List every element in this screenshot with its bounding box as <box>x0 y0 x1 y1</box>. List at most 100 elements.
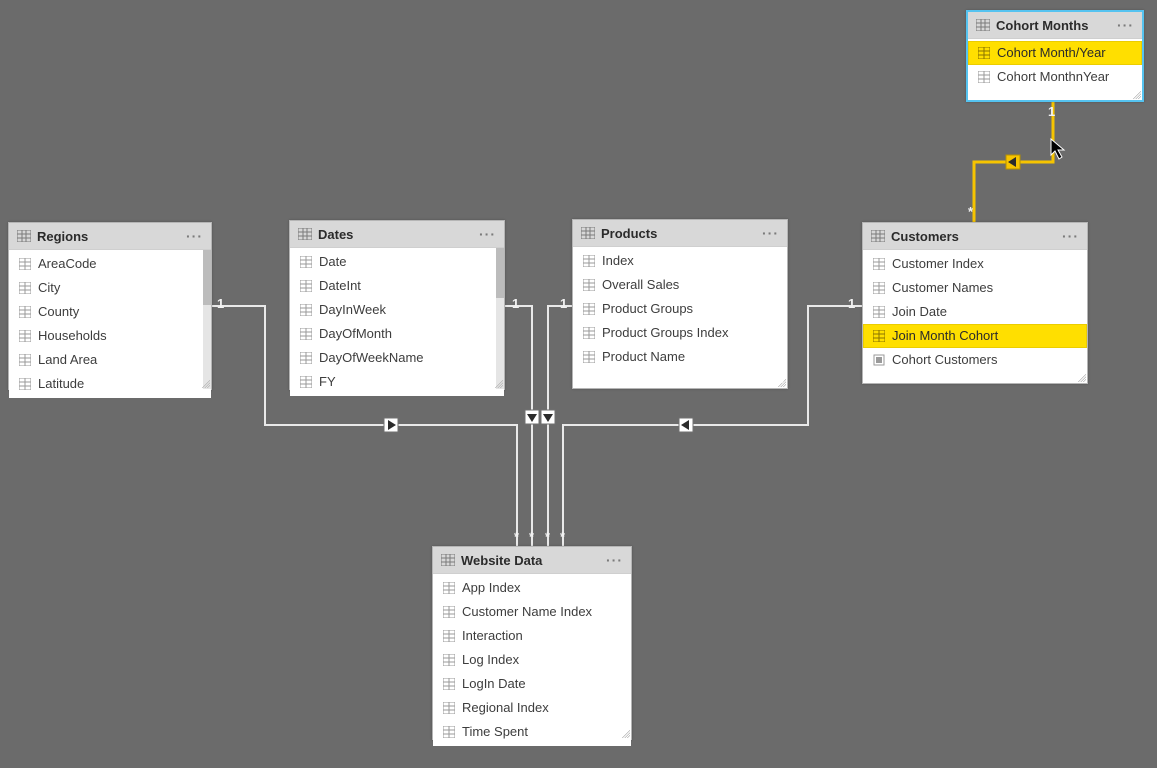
resize-grip[interactable] <box>1133 91 1141 99</box>
column-icon <box>443 630 455 642</box>
cardinality-many: * <box>529 529 534 544</box>
measure-icon <box>873 354 885 366</box>
field-timespent[interactable]: Time Spent <box>433 720 631 744</box>
cardinality-many: * <box>514 529 519 544</box>
field-fy[interactable]: FY <box>290 370 504 394</box>
resize-grip[interactable] <box>495 380 503 388</box>
scrollbar[interactable] <box>203 250 211 389</box>
field-label: Cohort Month/Year <box>997 44 1106 62</box>
model-canvas[interactable]: Regions ··· AreaCode City County Househo… <box>0 0 1157 768</box>
table-title: Customers <box>891 229 1062 244</box>
resize-grip[interactable] <box>202 380 210 388</box>
field-label: Index <box>602 252 634 270</box>
table-header[interactable]: Regions ··· <box>9 223 211 250</box>
table-title: Website Data <box>461 553 606 568</box>
column-icon <box>583 327 595 339</box>
field-regionalindex[interactable]: Regional Index <box>433 696 631 720</box>
more-icon[interactable]: ··· <box>186 228 203 244</box>
field-label: Households <box>38 327 107 345</box>
more-icon[interactable]: ··· <box>606 552 623 568</box>
column-icon <box>443 702 455 714</box>
table-dates[interactable]: Dates ··· Date DateInt DayInWeek DayOfMo… <box>289 220 505 390</box>
field-label: Regional Index <box>462 699 549 717</box>
column-icon <box>443 678 455 690</box>
field-label: Customer Names <box>892 279 993 297</box>
field-dateint[interactable]: DateInt <box>290 274 504 298</box>
more-icon[interactable]: ··· <box>479 226 496 242</box>
column-icon <box>583 303 595 315</box>
field-label: DayOfWeekName <box>319 349 424 367</box>
cardinality-many: * <box>968 204 973 219</box>
more-icon[interactable]: ··· <box>1117 17 1134 33</box>
resize-grip[interactable] <box>1078 374 1086 382</box>
field-index[interactable]: Index <box>573 249 787 273</box>
field-households[interactable]: Households <box>9 324 211 348</box>
resize-grip[interactable] <box>622 730 630 738</box>
field-joindate[interactable]: Join Date <box>863 300 1087 324</box>
field-label: Cohort Customers <box>892 351 997 369</box>
scrollbar-thumb[interactable] <box>203 250 211 305</box>
table-regions[interactable]: Regions ··· AreaCode City County Househo… <box>8 222 212 390</box>
table-header[interactable]: Customers ··· <box>863 223 1087 250</box>
more-icon[interactable]: ··· <box>1062 228 1079 244</box>
table-products[interactable]: Products ··· Index Overall Sales Product… <box>572 219 788 389</box>
cardinality-one: 1 <box>1048 104 1055 119</box>
field-overallsales[interactable]: Overall Sales <box>573 273 787 297</box>
table-title: Cohort Months <box>996 18 1117 33</box>
table-cohort-months[interactable]: Cohort Months ··· Cohort Month/Year Coho… <box>966 10 1144 102</box>
field-label: Land Area <box>38 351 97 369</box>
table-icon <box>581 227 595 239</box>
field-logindate[interactable]: LogIn Date <box>433 672 631 696</box>
field-dayofmonth[interactable]: DayOfMonth <box>290 322 504 346</box>
column-icon <box>300 280 312 292</box>
cardinality-one: 1 <box>217 296 224 311</box>
field-label: Product Name <box>602 348 685 366</box>
field-joinmonthcohort[interactable]: Join Month Cohort <box>863 324 1087 348</box>
field-interaction[interactable]: Interaction <box>433 624 631 648</box>
field-list: Date DateInt DayInWeek DayOfMonth DayOfW… <box>290 248 504 396</box>
field-label: DayInWeek <box>319 301 386 319</box>
table-header[interactable]: Website Data ··· <box>433 547 631 574</box>
field-productname[interactable]: Product Name <box>573 345 787 369</box>
field-customerindex[interactable]: Customer Index <box>863 252 1087 276</box>
field-customernameindex[interactable]: Customer Name Index <box>433 600 631 624</box>
field-dayofweekname[interactable]: DayOfWeekName <box>290 346 504 370</box>
field-areacode[interactable]: AreaCode <box>9 252 211 276</box>
column-icon <box>583 279 595 291</box>
table-customers[interactable]: Customers ··· Customer Index Customer Na… <box>862 222 1088 384</box>
column-icon <box>443 606 455 618</box>
field-cohortmonthnyear[interactable]: Cohort MonthnYear <box>968 65 1142 89</box>
field-dayinweek[interactable]: DayInWeek <box>290 298 504 322</box>
field-appindex[interactable]: App Index <box>433 576 631 600</box>
field-latitude[interactable]: Latitude <box>9 372 211 396</box>
table-icon <box>976 19 990 31</box>
column-icon <box>873 306 885 318</box>
field-label: Latitude <box>38 375 84 393</box>
table-header[interactable]: Dates ··· <box>290 221 504 248</box>
more-icon[interactable]: ··· <box>762 225 779 241</box>
table-website-data[interactable]: Website Data ··· App Index Customer Name… <box>432 546 632 740</box>
column-icon <box>300 256 312 268</box>
column-icon <box>443 654 455 666</box>
field-cohortmonthyear[interactable]: Cohort Month/Year <box>968 41 1142 65</box>
column-icon <box>19 330 31 342</box>
field-cohortcustomers[interactable]: Cohort Customers <box>863 348 1087 372</box>
field-label: Log Index <box>462 651 519 669</box>
table-header[interactable]: Cohort Months ··· <box>968 12 1142 39</box>
field-logindex[interactable]: Log Index <box>433 648 631 672</box>
table-title: Regions <box>37 229 186 244</box>
scrollbar-thumb[interactable] <box>496 248 504 298</box>
field-list: Cohort Month/Year Cohort MonthnYear <box>968 39 1142 91</box>
field-date[interactable]: Date <box>290 250 504 274</box>
resize-grip[interactable] <box>778 379 786 387</box>
field-county[interactable]: County <box>9 300 211 324</box>
field-customernames[interactable]: Customer Names <box>863 276 1087 300</box>
field-city[interactable]: City <box>9 276 211 300</box>
scrollbar[interactable] <box>496 248 504 389</box>
field-label: Product Groups <box>602 300 693 318</box>
field-productgroups[interactable]: Product Groups <box>573 297 787 321</box>
field-productgroupsindex[interactable]: Product Groups Index <box>573 321 787 345</box>
field-landarea[interactable]: Land Area <box>9 348 211 372</box>
table-header[interactable]: Products ··· <box>573 220 787 247</box>
field-label: LogIn Date <box>462 675 526 693</box>
